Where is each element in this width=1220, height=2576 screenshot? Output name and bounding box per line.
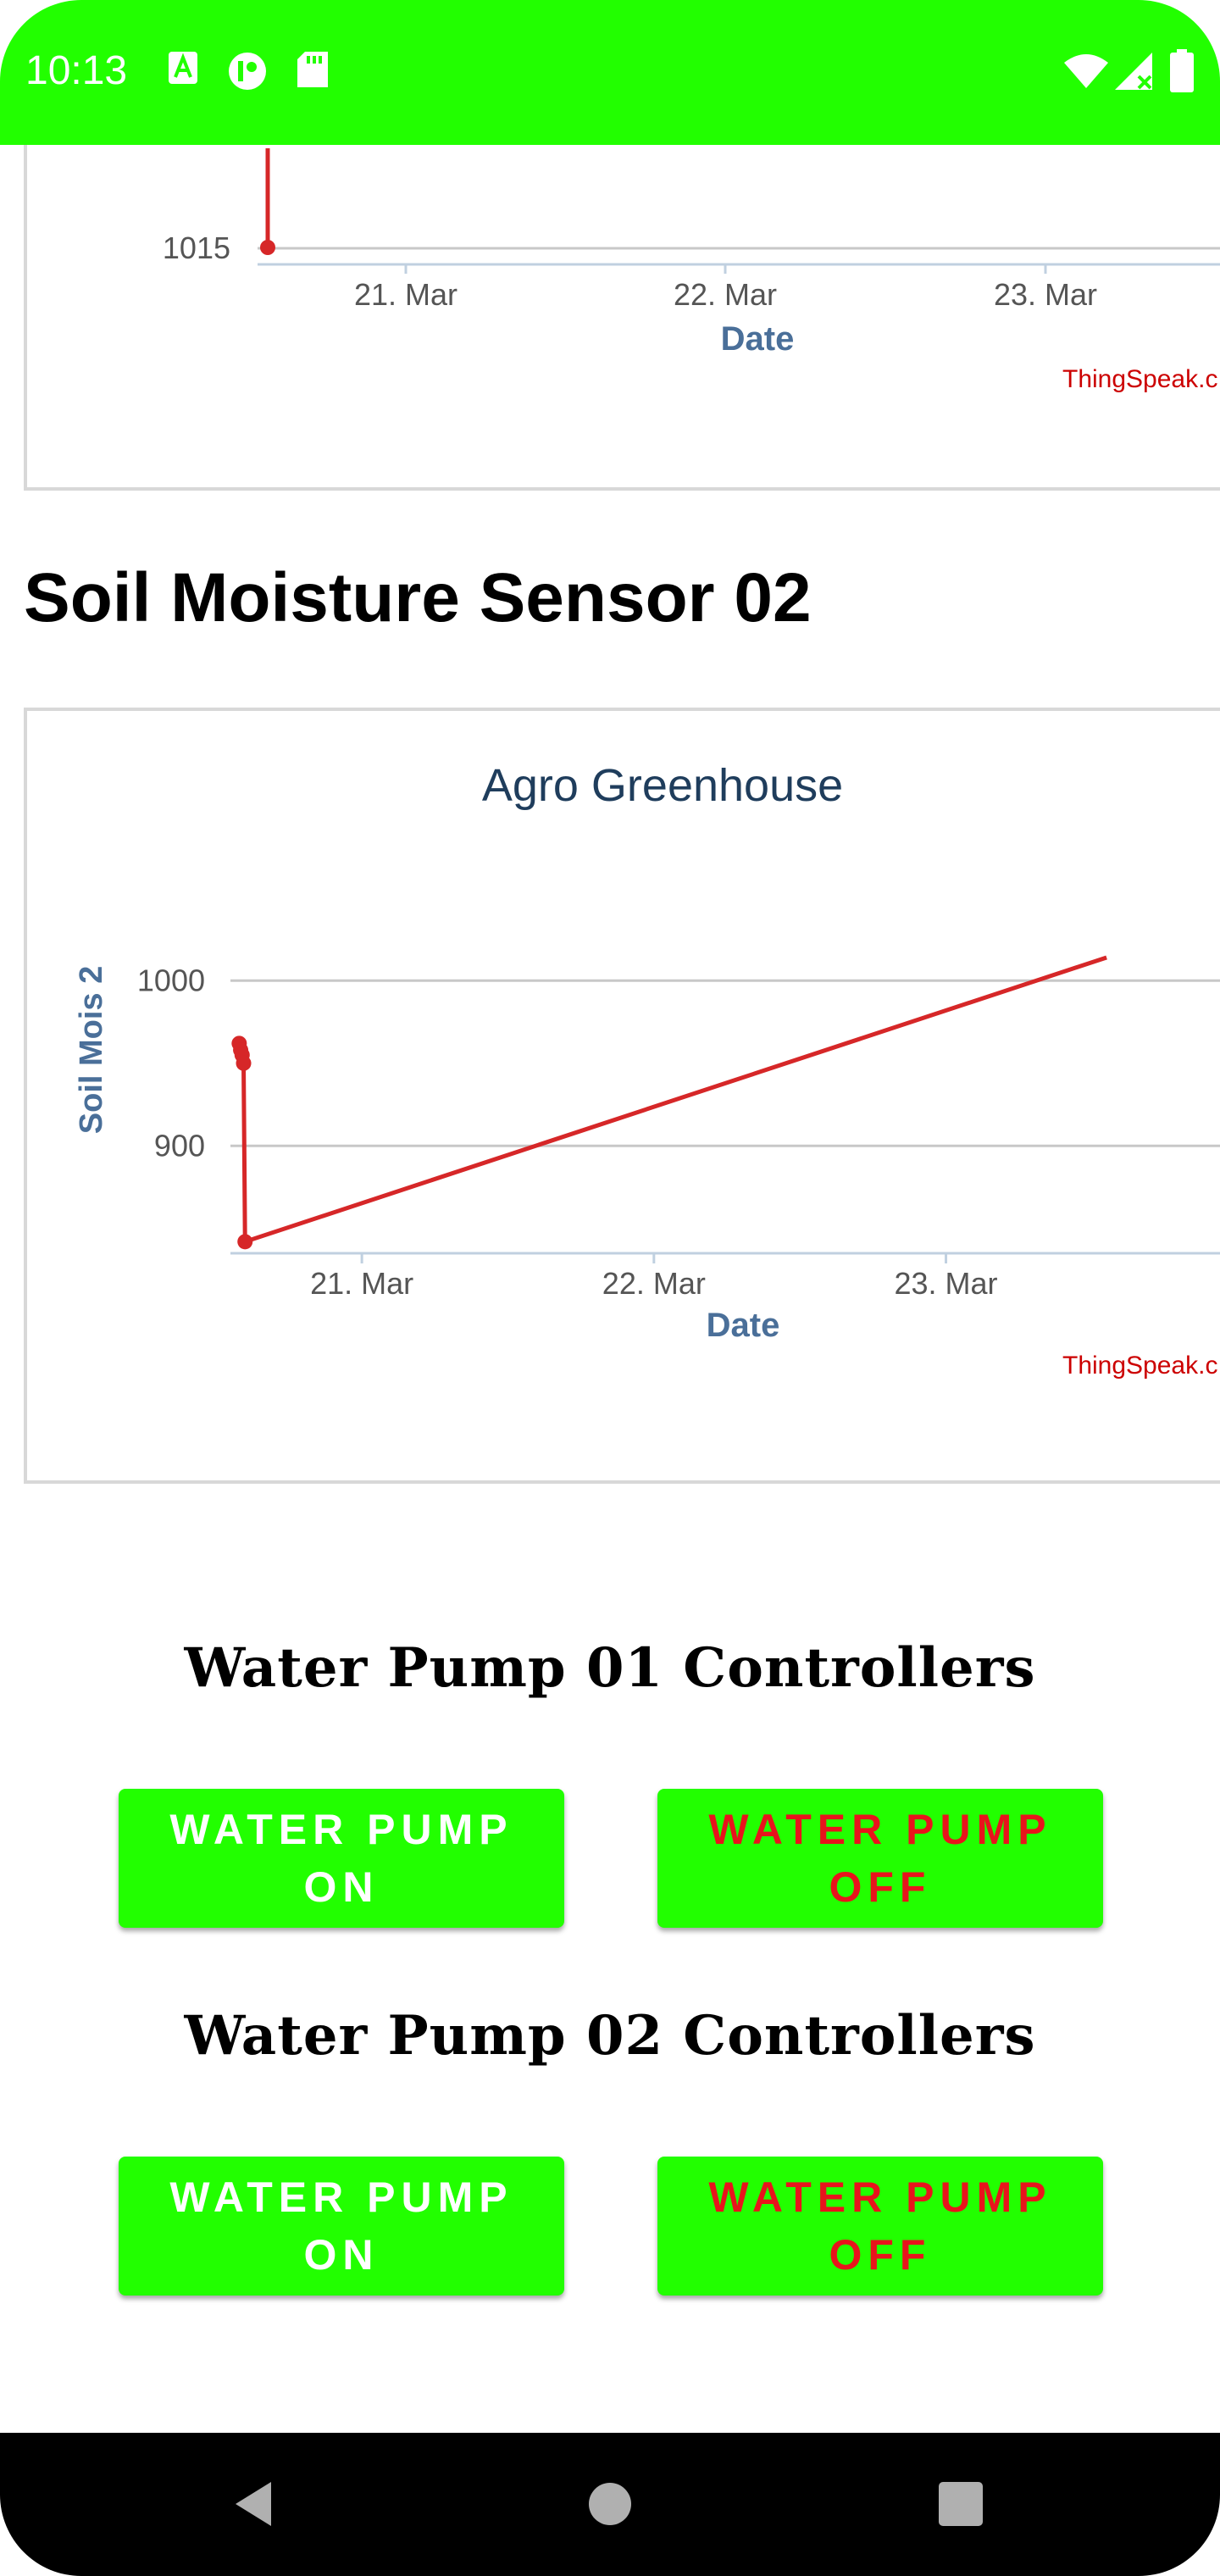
navigation-bar — [0, 2433, 1220, 2576]
pump1-on-button[interactable]: WATER PUMP ON — [119, 1789, 564, 1928]
chart-xlabel: Date — [707, 1307, 780, 1344]
chart-top-xtick-label: 22. Mar — [674, 277, 777, 312]
pump1-on-label: WATER PUMP ON — [169, 1806, 513, 1911]
pump1-off-label: WATER PUMP OFF — [708, 1806, 1052, 1911]
pump2-off-label: WATER PUMP OFF — [708, 2174, 1052, 2279]
soil-moisture-chart: Agro Greenhouse Soil Mois 2 1000 900 21. … — [74, 760, 1220, 1380]
chart-data-point — [236, 1055, 252, 1071]
chart-data-point — [237, 1234, 253, 1250]
signal-icon — [1115, 53, 1152, 90]
chart-top-ytick: 1015 — [163, 230, 230, 265]
home-icon[interactable] — [576, 2470, 644, 2538]
chart-top-xlabel: Date — [721, 320, 795, 358]
chart-ytick-label: 1000 — [137, 963, 205, 997]
status-time: 10:13 — [25, 48, 128, 93]
pump2-off-button[interactable]: WATER PUMP OFF — [657, 2157, 1103, 2296]
chart-xtick-label: 22. Mar — [602, 1266, 706, 1301]
chart-ytick-label: 900 — [154, 1128, 205, 1163]
chart-title: Agro Greenhouse — [482, 760, 843, 811]
chart-top-xtick-label: 21. Mar — [354, 277, 458, 312]
chart-top-xtick-label: 23. Mar — [994, 277, 1097, 312]
battery-icon — [1170, 49, 1194, 92]
section-title: Soil Moisture Sensor 02 — [24, 559, 812, 636]
sd-card-icon — [297, 52, 328, 87]
chart-credit: ThingSpeak.c — [1062, 1352, 1217, 1380]
pump1-title: Water Pump 01 Controllers — [184, 1636, 1036, 1700]
chart-series-line — [236, 955, 1107, 1245]
chart-top-credit: ThingSpeak.c — [1062, 365, 1217, 393]
chart-top-data-point — [260, 240, 275, 255]
chart-top-panel: 1015 21. Mar 22. Mar 23. Mar Date ThingS… — [24, 145, 1220, 491]
chart-xtick-label: 23. Mar — [895, 1266, 998, 1301]
font-a-icon — [169, 52, 197, 84]
back-icon[interactable] — [222, 2470, 290, 2538]
chart-ylabel: Soil Mois 2 — [74, 966, 109, 1134]
recents-icon[interactable] — [927, 2470, 995, 2538]
pump2-on-button[interactable]: WATER PUMP ON — [119, 2157, 564, 2296]
wifi-icon — [1064, 54, 1108, 88]
chart-xtick-label: 21. Mar — [310, 1266, 413, 1301]
pump2-on-label: WATER PUMP ON — [169, 2174, 513, 2279]
pump2-title: Water Pump 02 Controllers — [184, 2004, 1036, 2068]
page-content[interactable]: 1015 21. Mar 22. Mar 23. Mar Date ThingS… — [0, 145, 1220, 2433]
status-bar: 10:13 — [0, 0, 1220, 145]
app-badge-icon — [229, 53, 266, 90]
soil-chart-panel: Agro Greenhouse Soil Mois 2 1000 900 21. … — [24, 708, 1220, 1484]
pump1-off-button[interactable]: WATER PUMP OFF — [657, 1789, 1103, 1928]
chart-top: 1015 21. Mar 22. Mar 23. Mar Date ThingS… — [163, 148, 1220, 393]
